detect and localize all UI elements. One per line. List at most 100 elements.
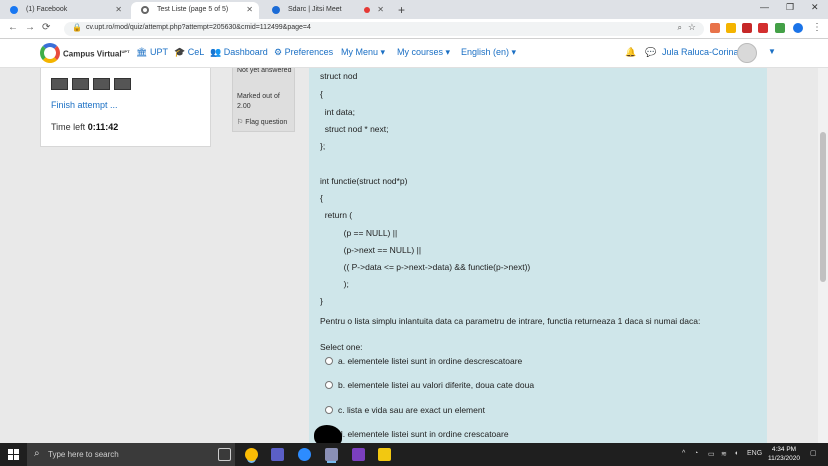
battery-icon[interactable]: ▭ xyxy=(708,450,715,458)
code-line: { xyxy=(320,193,323,203)
question-nav-button[interactable] xyxy=(93,78,110,90)
brand-name[interactable]: Campus VirtualUPT xyxy=(63,49,130,59)
flag-question-link[interactable]: ⚐ Flag question xyxy=(237,118,287,126)
answer-label[interactable]: c. lista e vida sau are exact un element xyxy=(338,405,485,415)
reload-icon[interactable]: ⟳ xyxy=(42,22,50,33)
time-left-value: 0:11:42 xyxy=(87,122,119,132)
question-state: Not yet answered xyxy=(237,68,292,74)
wifi-icon[interactable]: ≋ xyxy=(721,450,727,458)
brand-text: Campus Virtual xyxy=(63,49,122,59)
gear-icon: ⚙ xyxy=(274,47,283,57)
teams-icon[interactable] xyxy=(271,448,284,461)
maximize-button[interactable]: ❐ xyxy=(786,2,794,13)
lightbulb-icon[interactable] xyxy=(726,23,736,33)
question-nav-button[interactable] xyxy=(114,78,131,90)
close-tab-icon[interactable]: ✕ xyxy=(377,2,384,17)
new-tab-button[interactable]: + xyxy=(398,3,405,17)
close-tab-icon[interactable]: ✕ xyxy=(115,2,122,17)
zoom-icon[interactable] xyxy=(298,448,311,461)
extension-icon[interactable] xyxy=(710,23,720,33)
radio-button[interactable] xyxy=(325,406,333,414)
tray-chevron-icon[interactable]: ^ xyxy=(682,450,685,457)
search-placeholder: Type here to search xyxy=(48,450,119,459)
volume-icon[interactable]: ◖ xyxy=(734,450,738,457)
back-icon[interactable]: ← xyxy=(8,22,18,33)
os-taskbar: ⌕ Type here to search ^ ◔ ▭ ≋ ◖ ENG 4:34… xyxy=(0,443,828,466)
avatar[interactable] xyxy=(737,43,757,63)
bell-icon[interactable]: 🔔 xyxy=(625,47,636,58)
chevron-down-icon[interactable]: ▼ xyxy=(768,47,776,56)
tab-facebook[interactable]: (1) Facebook ✕ xyxy=(0,2,128,19)
nav-link-upt[interactable]: 🏛 UPT xyxy=(136,47,168,58)
profile-icon[interactable] xyxy=(793,23,803,33)
question-info-panel: Not yet answered Marked out of 2.00 ⚐ Fl… xyxy=(232,68,295,132)
answer-label[interactable]: d. elementele listei sunt in ordine cres… xyxy=(338,429,509,439)
chat-icon[interactable]: 💬 xyxy=(645,47,656,58)
network-icon[interactable]: ◔ xyxy=(694,450,698,457)
bookmark-star-icon[interactable]: ☆ xyxy=(688,22,696,33)
finish-attempt-link[interactable]: Finish attempt ... xyxy=(51,100,118,110)
nav-link-preferences[interactable]: ⚙ Preferences xyxy=(274,47,333,58)
extension-badge-icon[interactable] xyxy=(742,23,752,33)
question-formulation: struct nod { int data; struct nod * next… xyxy=(309,68,767,443)
radio-button[interactable] xyxy=(325,381,333,389)
question-nav-button[interactable] xyxy=(51,78,68,90)
page-content: Finish attempt ... Time left 0:11:42 Not… xyxy=(0,68,818,443)
close-window-button[interactable]: ✕ xyxy=(811,2,819,13)
nav-link-language[interactable]: English (en) ▾ xyxy=(461,47,516,58)
radio-button[interactable] xyxy=(325,357,333,365)
user-name[interactable]: Jula Raluca-Corina xyxy=(662,47,739,57)
nav-link-my-courses[interactable]: My courses ▾ xyxy=(397,47,450,58)
lock-icon: 🔒 xyxy=(72,23,82,32)
scrollbar-thumb[interactable] xyxy=(820,132,826,282)
taskbar-clock[interactable]: 4:34 PM 11/23/2020 xyxy=(764,445,804,463)
code-line: return ( xyxy=(320,210,353,220)
language-indicator[interactable]: ENG xyxy=(747,450,762,457)
flag-label: Flag question xyxy=(245,119,288,126)
users-icon: 👥 xyxy=(210,47,222,57)
tab-test-liste[interactable]: Test Liste (page 5 of 5) ✕ xyxy=(131,2,259,19)
question-nav-button[interactable] xyxy=(72,78,89,90)
code-line: struct nod xyxy=(320,71,358,81)
code-line: (p == NULL) || xyxy=(320,228,398,238)
nav-label: Dashboard xyxy=(223,47,268,57)
nav-link-dashboard[interactable]: 👥 Dashboard xyxy=(210,47,268,58)
nav-link-my-menu[interactable]: My Menu ▾ xyxy=(341,47,385,58)
nav-link-cel[interactable]: 🎓 CeL xyxy=(174,47,204,58)
video-extension-icon[interactable] xyxy=(758,23,768,33)
visual-studio-icon[interactable] xyxy=(352,448,365,461)
chrome-icon[interactable] xyxy=(245,448,258,461)
facebook-icon xyxy=(10,6,18,14)
forward-icon[interactable]: → xyxy=(25,22,35,33)
site-navbar: Campus VirtualUPT 🏛 UPT 🎓 CeL 👥 Dashboar… xyxy=(0,39,828,68)
code-line: int functie(struct nod*p) xyxy=(320,176,408,186)
url-input[interactable]: 🔒 cv.upt.ro/mod/quiz/attempt.php?attempt… xyxy=(64,22,704,36)
campus-logo-icon[interactable] xyxy=(40,43,60,63)
minimize-button[interactable]: — xyxy=(760,2,769,12)
taskbar-search-input[interactable]: ⌕ Type here to search xyxy=(27,443,235,466)
clock-time: 4:34 PM xyxy=(771,446,797,453)
app-icon[interactable] xyxy=(325,448,338,461)
code-line: (p->next == NULL) || xyxy=(320,245,422,255)
task-view-icon[interactable] xyxy=(218,448,231,461)
tab-title: Sdarc | Jitsi Meet xyxy=(288,6,342,13)
zoom-icon[interactable]: ⌕ xyxy=(678,23,682,33)
tab-jitsi[interactable]: Sdarc | Jitsi Meet ✕ xyxy=(262,2,390,19)
browser-menu-icon[interactable]: ⋮ xyxy=(812,22,822,33)
windows-start-icon[interactable] xyxy=(8,449,19,460)
sticky-notes-icon[interactable] xyxy=(378,448,391,461)
notification-icon[interactable]: ▢ xyxy=(810,449,817,457)
code-line: } xyxy=(320,296,323,306)
puzzle-icon[interactable] xyxy=(775,23,785,33)
page-scrollbar[interactable] xyxy=(818,68,828,443)
select-one-label: Select one: xyxy=(320,342,363,352)
code-line: struct nod * next; xyxy=(320,124,389,134)
time-left-label: Time left xyxy=(51,122,86,132)
clock-date: 11/23/2020 xyxy=(767,455,801,462)
jitsi-icon xyxy=(272,6,280,14)
answer-label[interactable]: a. elementele listei sunt in ordine desc… xyxy=(338,356,522,366)
code-line: (( P->data <= p->next->data) && functie(… xyxy=(320,262,531,272)
browser-tab-bar: (1) Facebook ✕ Test Liste (page 5 of 5) … xyxy=(0,0,828,19)
close-tab-icon[interactable]: ✕ xyxy=(246,2,253,17)
answer-label[interactable]: b. elementele listei au valori diferite,… xyxy=(338,380,534,390)
